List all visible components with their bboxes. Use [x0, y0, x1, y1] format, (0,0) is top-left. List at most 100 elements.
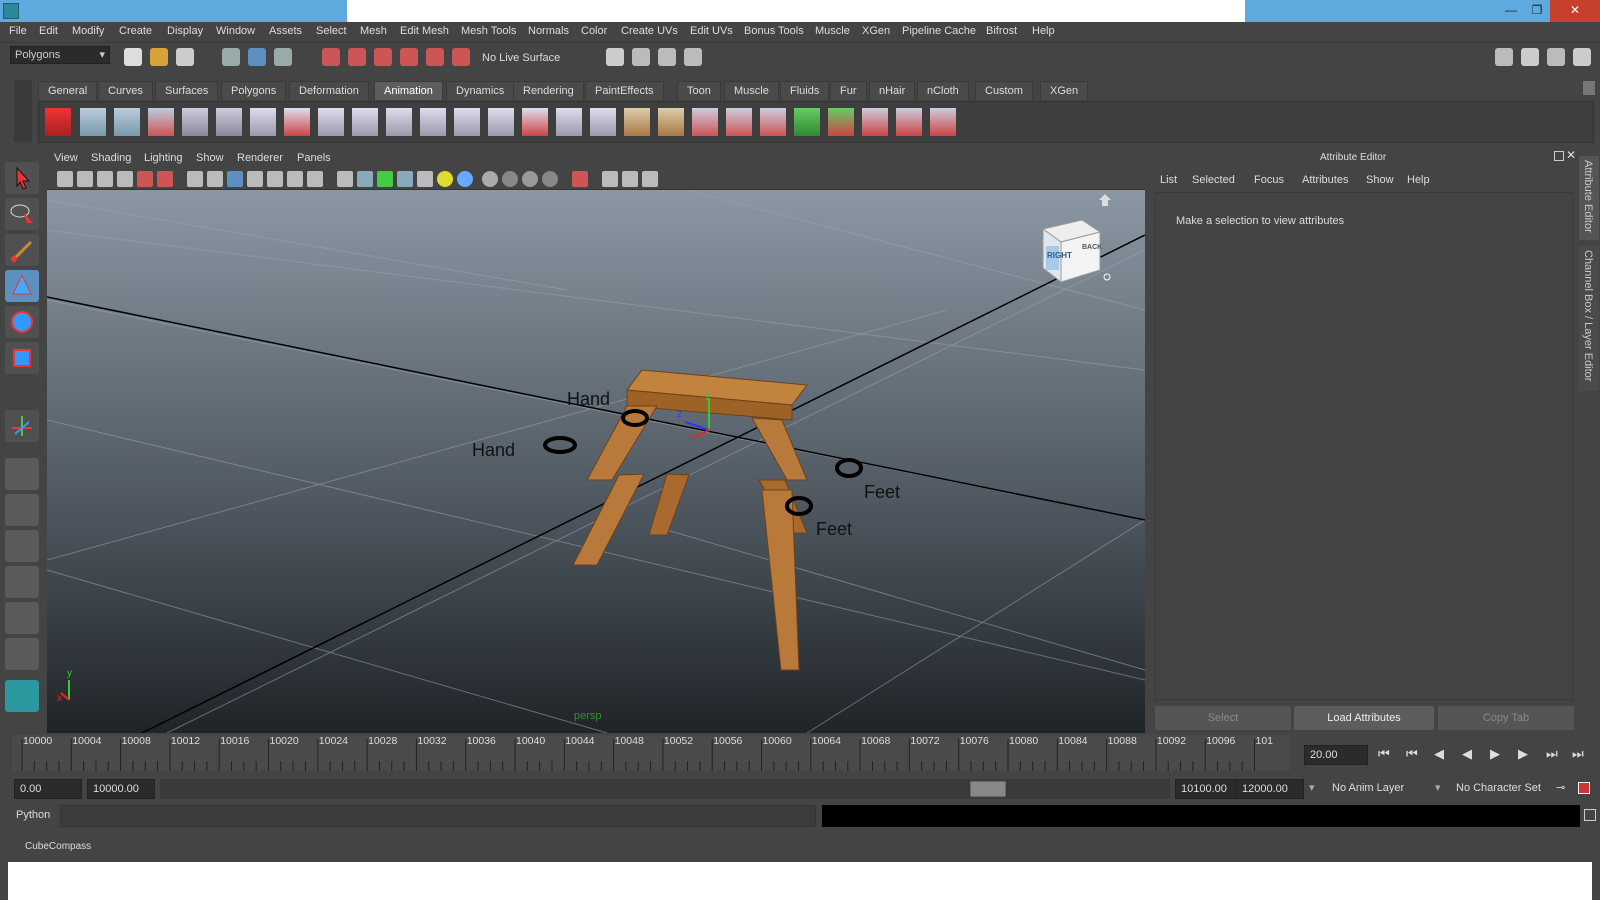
tab-curves[interactable]: Curves [98, 81, 153, 100]
attr-menu-selected[interactable]: Selected [1192, 174, 1235, 186]
panel-menu-view[interactable]: View [54, 152, 78, 164]
attribute-editor-toggle-icon[interactable] [1521, 48, 1539, 66]
menu-mesh-tools[interactable]: Mesh Tools [461, 25, 516, 37]
motion-blur-icon[interactable] [522, 171, 538, 187]
menuset-dropdown[interactable]: Polygons ▾ [10, 46, 110, 64]
camera-attributes-icon[interactable] [77, 171, 93, 187]
grease-pencil-icon[interactable] [157, 171, 173, 187]
anim-layer-label[interactable]: No Anim Layer [1332, 782, 1404, 794]
orient-constraint-icon[interactable] [896, 108, 922, 136]
textured-icon[interactable] [417, 171, 433, 187]
move-tool-icon[interactable] [5, 270, 39, 302]
perspective-viewport[interactable]: Hand Hand Feet Feet y z x y x RIGHT BACK… [47, 190, 1145, 733]
float-panel-icon[interactable] [1554, 151, 1564, 161]
insert-joint-icon[interactable] [250, 108, 276, 136]
go-to-end-icon[interactable]: ⏭ [1572, 746, 1584, 762]
field-chart-icon[interactable] [267, 171, 283, 187]
xray-active-icon[interactable] [602, 171, 618, 187]
anti-aliasing-icon[interactable] [542, 171, 558, 187]
attr-menu-attributes[interactable]: Attributes [1302, 174, 1348, 186]
menu-help[interactable]: Help [1032, 25, 1055, 37]
char-set-chevron-icon[interactable]: ▾ [1435, 781, 1441, 794]
motion-path-icon[interactable] [726, 108, 752, 136]
last-tool-icon[interactable] [5, 410, 39, 442]
auto-key-icon[interactable]: ⊸ [1556, 781, 1565, 794]
tab-xgen[interactable]: XGen [1040, 81, 1089, 100]
xray-icon[interactable] [397, 171, 413, 187]
open-scene-icon[interactable] [150, 48, 168, 66]
tab-polygons[interactable]: Polygons [221, 81, 287, 100]
make-live-icon[interactable] [452, 48, 470, 66]
tab-deformation[interactable]: Deformation [289, 81, 369, 100]
safe-title-icon[interactable] [307, 171, 323, 187]
menu-create-uvs[interactable]: Create UVs [621, 25, 678, 37]
step-back-icon[interactable]: ⏮ [1406, 746, 1418, 762]
smooth-shade-icon[interactable] [357, 171, 373, 187]
menu-bifrost[interactable]: Bifrost [986, 25, 1017, 37]
menu-xgen[interactable]: XGen [862, 25, 890, 37]
default-light-icon[interactable] [457, 171, 473, 187]
menu-modify[interactable]: Modify [72, 25, 104, 37]
go-to-start-icon[interactable]: ⏮ [1378, 746, 1390, 762]
panel-menu-shading[interactable]: Shading [91, 152, 131, 164]
hand-control-left[interactable] [543, 436, 577, 454]
menu-pipeline-cache[interactable]: Pipeline Cache [902, 25, 976, 37]
render-settings-icon[interactable] [684, 48, 702, 66]
menu-window[interactable]: Window [216, 25, 255, 37]
parent-constraint-icon[interactable] [828, 108, 854, 136]
joint-tool-icon[interactable] [216, 108, 242, 136]
attribute-editor-side-tab[interactable]: Attribute Editor [1579, 156, 1599, 240]
render-view-icon[interactable] [606, 48, 624, 66]
select-hierarchy-icon[interactable] [222, 48, 240, 66]
shadows-icon[interactable] [482, 171, 498, 187]
ik-spline-icon[interactable] [114, 108, 140, 136]
tab-dynamics[interactable]: Dynamics [446, 81, 515, 100]
hypershade-layout-icon[interactable] [5, 602, 39, 634]
modeling-toolkit-icon[interactable] [1495, 48, 1513, 66]
command-input[interactable] [60, 805, 816, 827]
ambient-occlusion-icon[interactable] [502, 171, 518, 187]
image-plane-icon[interactable] [117, 171, 133, 187]
use-lights-icon[interactable] [437, 171, 453, 187]
restore-icon[interactable]: ❐ [1522, 0, 1552, 22]
play-backwards-icon[interactable]: ◀ [1462, 746, 1472, 762]
attr-menu-list[interactable]: List [1160, 174, 1177, 186]
aim-constraint-icon[interactable] [930, 108, 956, 136]
end-time-field[interactable]: 12000.00 [1236, 779, 1304, 799]
tool-settings-icon[interactable] [1547, 48, 1565, 66]
tab-general[interactable]: General [38, 81, 98, 100]
menu-bonus-tools[interactable]: Bonus Tools [744, 25, 804, 37]
channel-box-icon[interactable] [1573, 48, 1591, 66]
menu-file[interactable]: File [9, 25, 27, 37]
ik-handle-icon[interactable] [80, 108, 106, 136]
range-handle[interactable] [970, 781, 1006, 797]
safe-action-icon[interactable] [287, 171, 303, 187]
attr-menu-help[interactable]: Help [1407, 174, 1430, 186]
time-slider[interactable]: 10000 10004 10008 10012 10016 10020 10024 10028… [12, 735, 1290, 771]
snap-curve-icon[interactable] [348, 48, 366, 66]
tab-rendering[interactable]: Rendering [513, 81, 584, 100]
dope-sheet-layout-icon[interactable] [5, 638, 39, 670]
isolate-select-icon[interactable] [572, 171, 588, 187]
close-panel-icon[interactable]: ✕ [1566, 148, 1576, 162]
copy-tab-button[interactable]: Copy Tab [1438, 706, 1574, 730]
connect-joint-icon[interactable] [386, 108, 412, 136]
new-scene-icon[interactable] [124, 48, 142, 66]
viewcube-menu-icon[interactable] [1103, 273, 1111, 281]
grid-toggle-icon[interactable] [187, 171, 203, 187]
blend-shape-icon[interactable] [624, 108, 650, 136]
motion-trail-icon[interactable] [692, 108, 718, 136]
shelf-menu-handle[interactable] [14, 80, 32, 142]
select-button[interactable]: Select [1155, 706, 1291, 730]
set-key-icon[interactable] [45, 108, 71, 136]
skin-bind-icon[interactable] [148, 108, 174, 136]
attr-menu-show[interactable]: Show [1366, 174, 1394, 186]
lasso-tool-icon[interactable] [5, 198, 39, 230]
face-rig-icon[interactable] [658, 108, 684, 136]
wireframe-icon[interactable] [337, 171, 353, 187]
anim-start-field[interactable]: 10000.00 [87, 779, 155, 799]
wrap-icon[interactable] [522, 108, 548, 136]
hik-skeleton-icon[interactable] [590, 108, 616, 136]
paint-select-icon[interactable] [5, 234, 39, 266]
camera-select-icon[interactable] [57, 171, 73, 187]
